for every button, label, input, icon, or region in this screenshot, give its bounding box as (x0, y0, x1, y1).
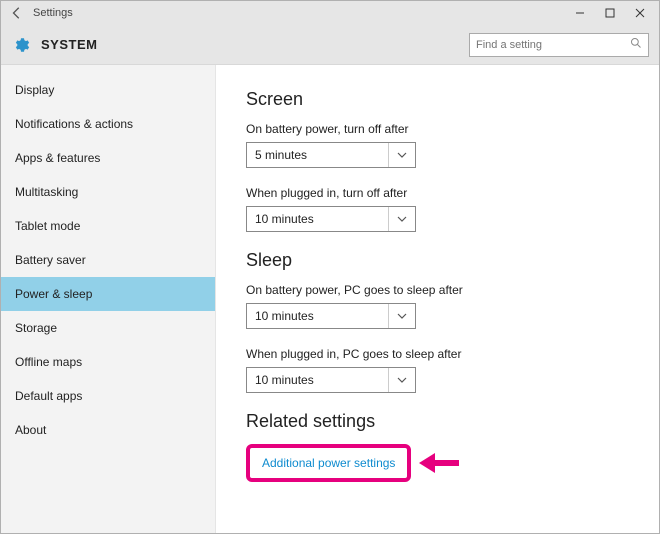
back-button[interactable] (5, 1, 29, 25)
arrow-left-icon (419, 453, 459, 473)
sidebar-item-default-apps[interactable]: Default apps (1, 379, 215, 413)
sidebar-item-offline-maps[interactable]: Offline maps (1, 345, 215, 379)
sleep-battery-label: On battery power, PC goes to sleep after (246, 283, 659, 297)
gear-icon (11, 35, 31, 55)
sidebar-item-display[interactable]: Display (1, 73, 215, 107)
screen-battery-select[interactable]: 5 minutes (246, 142, 416, 168)
screen-section-title: Screen (246, 89, 659, 110)
sidebar-item-notifications[interactable]: Notifications & actions (1, 107, 215, 141)
header: SYSTEM (1, 25, 659, 65)
screen-battery-label: On battery power, turn off after (246, 122, 659, 136)
sleep-battery-value: 10 minutes (255, 309, 380, 323)
sidebar-item-storage[interactable]: Storage (1, 311, 215, 345)
chevron-down-icon (388, 143, 407, 167)
chevron-down-icon (388, 207, 407, 231)
annotation-box: Additional power settings (246, 444, 411, 482)
search-icon (630, 37, 642, 52)
screen-battery-value: 5 minutes (255, 148, 380, 162)
sidebar-item-about[interactable]: About (1, 413, 215, 447)
sleep-plugged-value: 10 minutes (255, 373, 380, 387)
sidebar: Display Notifications & actions Apps & f… (1, 65, 216, 533)
sleep-plugged-label: When plugged in, PC goes to sleep after (246, 347, 659, 361)
screen-plugged-value: 10 minutes (255, 212, 380, 226)
sleep-battery-select[interactable]: 10 minutes (246, 303, 416, 329)
additional-power-settings-link[interactable]: Additional power settings (262, 456, 395, 470)
titlebar: Settings (1, 1, 659, 25)
sidebar-item-battery-saver[interactable]: Battery saver (1, 243, 215, 277)
sleep-section-title: Sleep (246, 250, 659, 271)
window-title: Settings (29, 7, 73, 19)
header-label: SYSTEM (31, 37, 97, 52)
screen-plugged-select[interactable]: 10 minutes (246, 206, 416, 232)
screen-plugged-label: When plugged in, turn off after (246, 186, 659, 200)
sidebar-item-apps[interactable]: Apps & features (1, 141, 215, 175)
chevron-down-icon (388, 368, 407, 392)
search-box[interactable] (469, 33, 649, 57)
maximize-button[interactable] (595, 1, 625, 25)
close-button[interactable] (625, 1, 655, 25)
sidebar-item-multitasking[interactable]: Multitasking (1, 175, 215, 209)
main-panel: Screen On battery power, turn off after … (216, 65, 659, 533)
sidebar-item-tablet-mode[interactable]: Tablet mode (1, 209, 215, 243)
chevron-down-icon (388, 304, 407, 328)
minimize-button[interactable] (565, 1, 595, 25)
related-section-title: Related settings (246, 411, 659, 432)
sidebar-item-power-sleep[interactable]: Power & sleep (1, 277, 215, 311)
search-input[interactable] (476, 39, 630, 51)
sleep-plugged-select[interactable]: 10 minutes (246, 367, 416, 393)
